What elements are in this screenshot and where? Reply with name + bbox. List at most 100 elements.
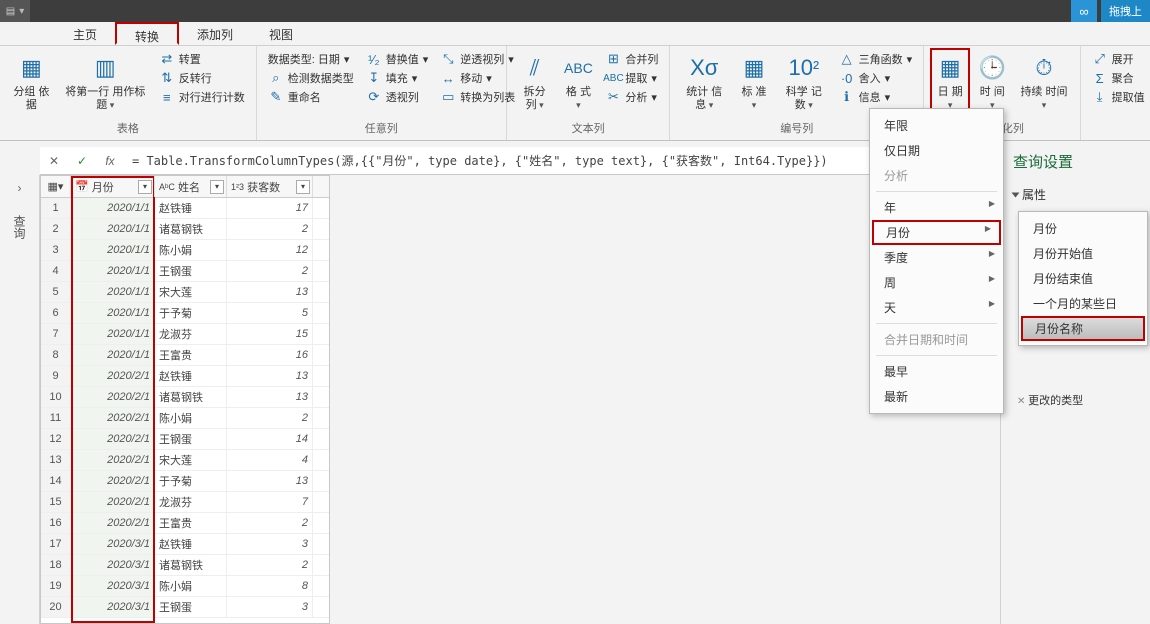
cell-num[interactable]: 15 bbox=[227, 324, 313, 344]
cell-name[interactable]: 赵铁锤 bbox=[155, 366, 227, 386]
cell-name[interactable]: 王钢蛋 bbox=[155, 597, 227, 617]
cell-name[interactable]: 于予菊 bbox=[155, 471, 227, 491]
cell-num[interactable]: 7 bbox=[227, 492, 313, 512]
table-row[interactable]: 12020/1/1赵铁锤17 bbox=[41, 198, 329, 219]
formula-cancel-button[interactable]: ✕ bbox=[40, 154, 68, 168]
table-row[interactable]: 62020/1/1于予菊5 bbox=[41, 303, 329, 324]
cell-name[interactable]: 赵铁锤 bbox=[155, 198, 227, 218]
cell-date[interactable]: 2020/3/1 bbox=[71, 534, 155, 554]
sub-days-in-month[interactable]: 一个月的某些日 bbox=[1019, 291, 1147, 316]
cell-name[interactable]: 龙淑芬 bbox=[155, 492, 227, 512]
cell-date[interactable]: 2020/1/1 bbox=[71, 303, 155, 323]
col-header-date[interactable]: 📅 月份▾ bbox=[71, 176, 155, 197]
cell-num[interactable]: 2 bbox=[227, 513, 313, 533]
ctx-month[interactable]: 月份 bbox=[872, 220, 1001, 245]
table-row[interactable]: 122020/2/1王钢蛋14 bbox=[41, 429, 329, 450]
cell-num[interactable]: 4 bbox=[227, 450, 313, 470]
aggregate-button[interactable]: Σ聚合 bbox=[1089, 69, 1148, 87]
cell-name[interactable]: 于予菊 bbox=[155, 303, 227, 323]
cell-name[interactable]: 王钢蛋 bbox=[155, 261, 227, 281]
cell-num[interactable]: 17 bbox=[227, 198, 313, 218]
cell-num[interactable]: 13 bbox=[227, 471, 313, 491]
cell-date[interactable]: 2020/2/1 bbox=[71, 450, 155, 470]
cell-date[interactable]: 2020/2/1 bbox=[71, 408, 155, 428]
pivot-button[interactable]: ⟳透视列 bbox=[363, 88, 432, 106]
group-by-button[interactable]: ▦分组 依据 bbox=[8, 50, 55, 118]
app-menu-icon[interactable]: ▤▾ bbox=[0, 0, 30, 22]
cell-date[interactable]: 2020/1/1 bbox=[71, 261, 155, 281]
parse-button[interactable]: ✂分析 ▾ bbox=[602, 88, 661, 106]
cell-num[interactable]: 3 bbox=[227, 534, 313, 554]
tab-add-column[interactable]: 添加列 bbox=[179, 22, 251, 45]
formula-accept-button[interactable]: ✓ bbox=[68, 154, 96, 168]
rounding-button[interactable]: ·0舍入 ▾ bbox=[836, 69, 916, 87]
col-filter-name[interactable]: ▾ bbox=[210, 180, 224, 194]
cell-name[interactable]: 诸葛钢铁 bbox=[155, 219, 227, 239]
cell-num[interactable]: 2 bbox=[227, 408, 313, 428]
table-row[interactable]: 172020/3/1赵铁锤3 bbox=[41, 534, 329, 555]
cell-date[interactable]: 2020/2/1 bbox=[71, 492, 155, 512]
table-row[interactable]: 22020/1/1诸葛钢铁2 bbox=[41, 219, 329, 240]
cell-date[interactable]: 2020/2/1 bbox=[71, 387, 155, 407]
table-row[interactable]: 32020/1/1陈小娟12 bbox=[41, 240, 329, 261]
table-row[interactable]: 202020/3/1王钢蛋3 bbox=[41, 597, 329, 618]
cell-name[interactable]: 陈小娟 bbox=[155, 576, 227, 596]
table-row[interactable]: 192020/3/1陈小娟8 bbox=[41, 576, 329, 597]
cell-num[interactable]: 2 bbox=[227, 219, 313, 239]
cell-num[interactable]: 2 bbox=[227, 555, 313, 575]
ctx-year[interactable]: 年 bbox=[870, 195, 1003, 220]
ctx-week[interactable]: 周 bbox=[870, 270, 1003, 295]
col-filter-num[interactable]: ▾ bbox=[296, 180, 310, 194]
cell-date[interactable]: 2020/1/1 bbox=[71, 240, 155, 260]
cell-date[interactable]: 2020/2/1 bbox=[71, 366, 155, 386]
ctx-date-only[interactable]: 仅日期 bbox=[870, 138, 1003, 163]
expand-queries-button[interactable]: › bbox=[0, 181, 39, 195]
sub-month-name[interactable]: 月份名称 bbox=[1021, 316, 1145, 341]
table-row[interactable]: 102020/2/1诸葛钢铁13 bbox=[41, 387, 329, 408]
table-row[interactable]: 162020/2/1王富贵2 bbox=[41, 513, 329, 534]
col-header-num[interactable]: 1²3 获客数▾ bbox=[227, 176, 313, 197]
ctx-latest[interactable]: 最新 bbox=[870, 384, 1003, 409]
reverse-rows-button[interactable]: ⇅反转行 bbox=[156, 69, 248, 87]
table-row[interactable]: 52020/1/1宋大莲13 bbox=[41, 282, 329, 303]
cell-name[interactable]: 宋大莲 bbox=[155, 450, 227, 470]
fx-icon[interactable]: fx bbox=[96, 154, 124, 168]
cell-date[interactable]: 2020/2/1 bbox=[71, 471, 155, 491]
scientific-button[interactable]: 10²科学 记数 bbox=[778, 50, 830, 118]
cell-date[interactable]: 2020/1/1 bbox=[71, 345, 155, 365]
extract-value-button[interactable]: ⤓提取值 bbox=[1089, 88, 1148, 106]
cell-name[interactable]: 陈小娟 bbox=[155, 240, 227, 260]
table-row[interactable]: 152020/2/1龙淑芬7 bbox=[41, 492, 329, 513]
cell-date[interactable]: 2020/1/1 bbox=[71, 198, 155, 218]
grid-corner[interactable]: ▦▾ bbox=[41, 176, 71, 197]
col-header-name[interactable]: AᵇC 姓名▾ bbox=[155, 176, 227, 197]
ctx-quarter[interactable]: 季度 bbox=[870, 245, 1003, 270]
table-row[interactable]: 112020/2/1陈小娟2 bbox=[41, 408, 329, 429]
cell-name[interactable]: 赵铁锤 bbox=[155, 534, 227, 554]
data-type-button[interactable]: 数据类型: 日期 ▾ bbox=[265, 50, 357, 68]
cell-date[interactable]: 2020/3/1 bbox=[71, 597, 155, 617]
transpose-button[interactable]: ⇄转置 bbox=[156, 50, 248, 68]
table-row[interactable]: 92020/2/1赵铁锤13 bbox=[41, 366, 329, 387]
extract-button[interactable]: ABC提取 ▾ bbox=[602, 69, 661, 87]
cell-num[interactable]: 12 bbox=[227, 240, 313, 260]
cell-name[interactable]: 诸葛钢铁 bbox=[155, 387, 227, 407]
table-row[interactable]: 132020/2/1宋大莲4 bbox=[41, 450, 329, 471]
sub-month[interactable]: 月份 bbox=[1019, 216, 1147, 241]
table-row[interactable]: 82020/1/1王富贵16 bbox=[41, 345, 329, 366]
cell-num[interactable]: 3 bbox=[227, 597, 313, 617]
cell-num[interactable]: 2 bbox=[227, 261, 313, 281]
col-filter-date[interactable]: ▾ bbox=[138, 180, 152, 194]
cell-name[interactable]: 王钢蛋 bbox=[155, 429, 227, 449]
cell-date[interactable]: 2020/2/1 bbox=[71, 429, 155, 449]
rename-button[interactable]: ✎重命名 bbox=[265, 88, 357, 106]
cell-date[interactable]: 2020/2/1 bbox=[71, 513, 155, 533]
cell-date[interactable]: 2020/3/1 bbox=[71, 576, 155, 596]
replace-button[interactable]: ¹⁄₂替换值 ▾ bbox=[363, 50, 432, 68]
cloud-icon[interactable]: ∞ bbox=[1071, 0, 1097, 22]
cell-name[interactable]: 诸葛钢铁 bbox=[155, 555, 227, 575]
cell-date[interactable]: 2020/1/1 bbox=[71, 282, 155, 302]
trig-button[interactable]: △三角函数 ▾ bbox=[836, 50, 916, 68]
ctx-age[interactable]: 年限 bbox=[870, 113, 1003, 138]
fill-button[interactable]: ↧填充 ▾ bbox=[363, 69, 432, 87]
